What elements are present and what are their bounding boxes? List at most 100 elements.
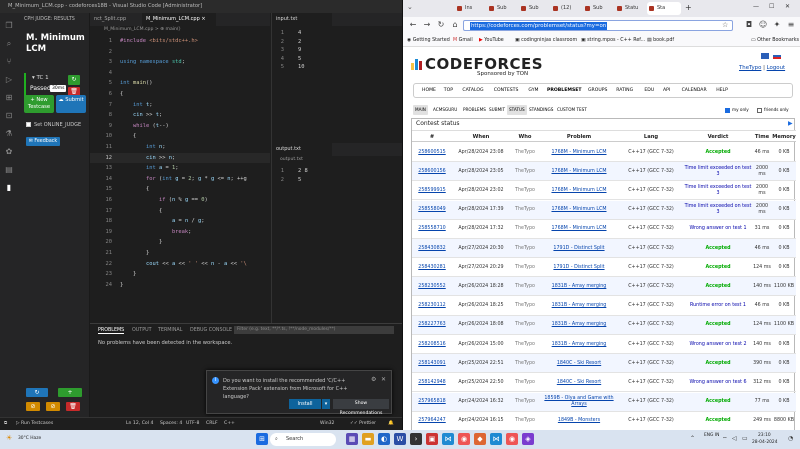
cell-verdict-text[interactable]: Time limit exceeded on test 3 [684, 204, 752, 216]
cell-id[interactable]: 258230552 [412, 277, 452, 296]
code-line[interactable]: 6{ [90, 89, 270, 99]
input-pane[interactable]: input.txt 1 4 2 2 3 9 4 5 5 10 [271, 13, 402, 143]
cell-verdict-text[interactable]: Time limit exceeded on test 3 [684, 166, 752, 178]
back-icon[interactable]: ← [407, 19, 419, 31]
cell-problem[interactable]: 1840C - Ski Resort [540, 373, 618, 392]
browser-tab-4[interactable]: (12) [551, 2, 579, 15]
cell-who[interactable]: TheTypo [510, 220, 540, 239]
code-line[interactable]: 13 int a = 1; [90, 163, 270, 173]
cell-id-text[interactable]: 257965818 [418, 399, 445, 405]
cell-who-text[interactable]: TheTypo [515, 399, 535, 405]
cell-id-text[interactable]: 258430832 [418, 246, 445, 252]
bell-icon[interactable]: 🔔 [388, 418, 394, 430]
run-testcases-status[interactable]: ▷ Run Testcases [16, 418, 53, 430]
firefox-taskbar-icon-2[interactable]: ◉ [506, 433, 518, 445]
install-dropdown-icon[interactable]: ▾ [322, 399, 330, 409]
tab-minimum-lcm[interactable]: M_Minimum_LCM.cpp × [142, 13, 216, 26]
cell-id[interactable]: 258558710 [412, 220, 452, 239]
battery-icon[interactable]: ▭ [742, 435, 748, 442]
cell-problem-text[interactable]: 1849B - Monsters [558, 418, 600, 424]
code-line[interactable]: 22 cout << a << ' ' << n - a << '\ [90, 259, 270, 269]
flag-ru-icon[interactable] [773, 53, 781, 59]
code-line[interactable]: 24} [90, 280, 270, 290]
bookmark-book-pdf[interactable]: ▤ book.pdf [647, 34, 674, 47]
menu-item-edu[interactable]: EDU [644, 84, 654, 98]
minimize-icon[interactable]: — [753, 3, 759, 10]
pocket-icon[interactable]: ◘ [743, 19, 755, 31]
text-line[interactable]: 5 [298, 176, 301, 184]
stop-button[interactable]: ⊘ [26, 402, 40, 411]
extensions-icon[interactable]: ⊞ [4, 93, 14, 103]
cell-problem[interactable]: 1840C - Ski Resort [540, 354, 618, 373]
browser-tab-active[interactable]: Sta [647, 2, 681, 15]
bookmark-youtube[interactable]: ▶ YouTube [479, 34, 504, 47]
eol[interactable]: CRLF [206, 418, 218, 430]
text-line[interactable]: 9 [298, 46, 301, 54]
code-line[interactable]: 18 a = n / g; [90, 216, 270, 226]
close-window-icon[interactable]: ✕ [785, 3, 790, 10]
submit-button[interactable]: ☁ Submit [56, 95, 86, 113]
cell-verdict[interactable]: Accepted [684, 143, 752, 162]
store-icon[interactable]: ▣ [426, 433, 438, 445]
delete-all-button[interactable]: 🗑 [66, 402, 80, 411]
cell-id[interactable]: 258600156 [412, 162, 452, 181]
bookmark-star-icon[interactable]: ☆ [722, 21, 728, 29]
cell-verdict-text[interactable]: Wrong answer on test 1 [689, 226, 746, 232]
vscode-taskbar-icon[interactable]: ⋈ [442, 433, 454, 445]
cursor-position[interactable]: Ln 12, Col 4 [126, 418, 153, 430]
cell-id-text[interactable]: 258600156 [418, 169, 445, 175]
panel-tab-output[interactable]: OUTPUT [132, 328, 152, 333]
cell-who-text[interactable]: TheTypo [515, 361, 535, 367]
volume-icon[interactable]: ◁ [732, 435, 737, 442]
cell-who[interactable]: TheTypo [510, 277, 540, 296]
tray-chevron-icon[interactable]: ⌃ [690, 435, 695, 442]
cell-problem[interactable]: 1768M - Minimum LCM [540, 201, 618, 220]
cell-id[interactable]: 258558049 [412, 201, 452, 220]
cell-who-text[interactable]: TheTypo [515, 322, 535, 328]
url-bar[interactable]: https://codeforces.com/problemset/status… [463, 20, 733, 31]
menu-item-problemset[interactable]: PROBLEMSET [547, 84, 582, 98]
account-icon[interactable]: ☺ [757, 19, 769, 31]
code-line[interactable]: 16 if (n % g == 0) [90, 195, 270, 205]
cell-id-text[interactable]: 258558710 [418, 226, 445, 232]
cell-verdict-text[interactable]: Runtime error on test 1 [690, 303, 746, 309]
cell-verdict-text[interactable]: Accepted [705, 418, 730, 424]
browser-tab-3[interactable]: Sub [519, 2, 547, 15]
cell-id[interactable]: 258230112 [412, 297, 452, 316]
cell-problem-text[interactable]: 1768M - Minimum LCM [551, 169, 606, 175]
menu-item-help[interactable]: HELP [716, 84, 728, 98]
cell-problem[interactable]: 1831B - Array merging [540, 335, 618, 354]
new-testcase-button[interactable]: + New Testcase [24, 95, 54, 113]
cell-verdict[interactable]: Wrong answer on test 1 [684, 220, 752, 239]
cell-who[interactable]: TheTypo [510, 412, 540, 430]
cell-verdict[interactable]: Accepted [684, 354, 752, 373]
menu-icon[interactable]: ≡ [785, 19, 797, 31]
cell-who[interactable]: TheTypo [510, 201, 540, 220]
code-line[interactable]: 9 while (t--) [90, 121, 270, 131]
cell-verdict[interactable]: Accepted [684, 239, 752, 258]
cell-verdict-text[interactable]: Wrong answer on test 6 [689, 380, 746, 386]
cell-problem-text[interactable]: 1768M - Minimum LCM [551, 150, 606, 156]
cell-verdict[interactable]: Accepted [684, 277, 752, 296]
start-icon[interactable]: ⊞ [256, 433, 268, 445]
cell-verdict-text[interactable]: Accepted [705, 361, 730, 367]
cell-who[interactable]: TheTypo [510, 335, 540, 354]
friends-only-checkbox[interactable]: friends only [755, 105, 791, 115]
menu-item-top[interactable]: TOP [444, 84, 453, 98]
code-line[interactable]: 23 } [90, 269, 270, 279]
cell-id[interactable]: 258142948 [412, 373, 452, 392]
cell-who-text[interactable]: TheTypo [515, 284, 535, 290]
cell-who[interactable]: TheTypo [510, 316, 540, 335]
weather-icon[interactable]: ☀ [6, 434, 12, 442]
cell-id[interactable]: 257965818 [412, 393, 452, 412]
app-icon-2[interactable]: ◈ [522, 433, 534, 445]
code-line[interactable]: 3 using namespace std; [90, 57, 270, 67]
cell-problem-text[interactable]: 1831B - Array merging [552, 303, 607, 309]
install-button[interactable]: Install [289, 399, 321, 409]
cell-problem-text[interactable]: 1840C - Ski Resort [557, 380, 601, 386]
show-recommendations-button[interactable]: Show Recommendations [333, 399, 389, 416]
cell-id-text[interactable]: 258599915 [418, 188, 445, 194]
my-only-checkbox[interactable]: my only [723, 105, 751, 115]
encoding[interactable]: UTF-8 [186, 418, 199, 430]
new-tab-icon[interactable]: + [685, 3, 692, 12]
